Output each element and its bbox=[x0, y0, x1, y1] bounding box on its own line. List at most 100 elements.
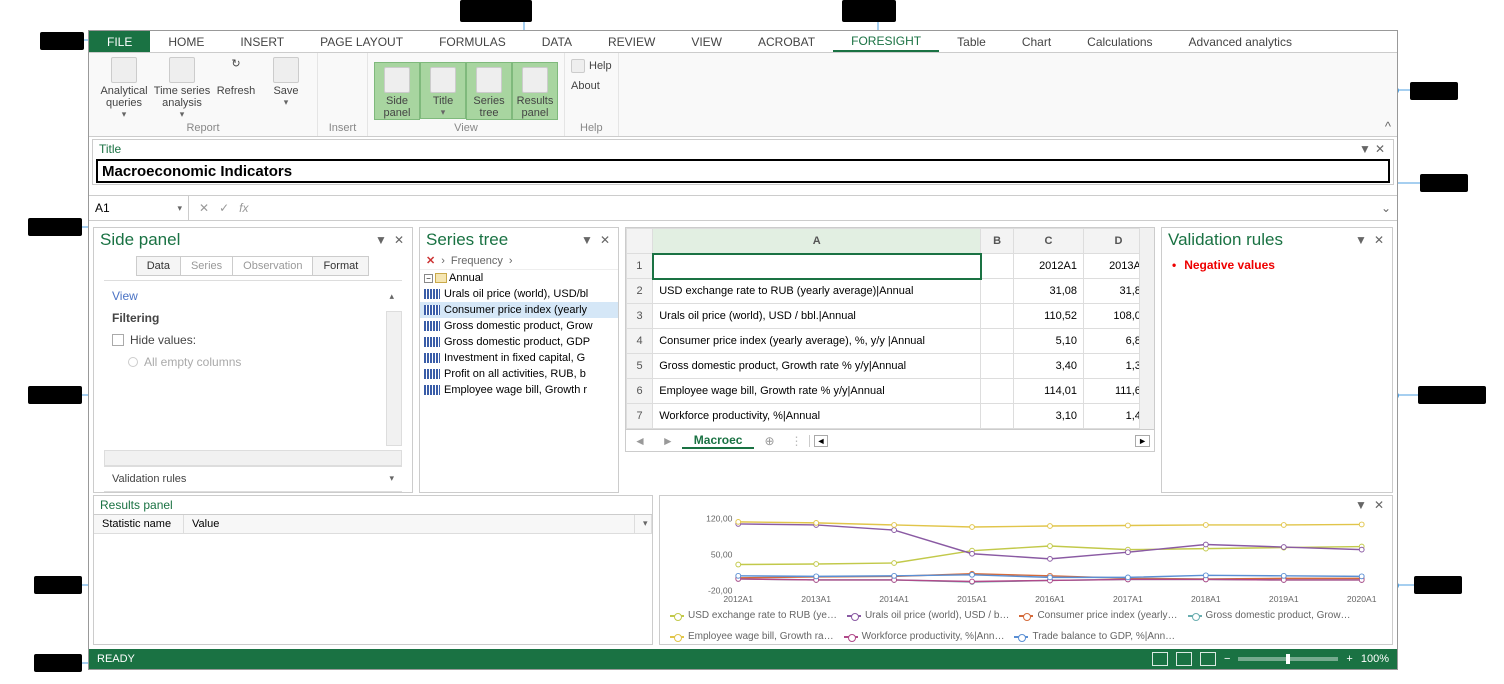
title-close-icon[interactable]: ✕ bbox=[1373, 142, 1387, 156]
btn-time-series[interactable]: Time series analysis▾ bbox=[153, 53, 211, 120]
col-A[interactable]: A bbox=[653, 229, 981, 254]
cell[interactable]: Consumer price index (yearly average), %… bbox=[653, 329, 981, 354]
series-item[interactable]: Profit on all activities, RUB, b bbox=[420, 366, 618, 382]
row-head[interactable]: 2 bbox=[627, 279, 653, 304]
validation-close-icon[interactable]: ✕ bbox=[1372, 233, 1386, 247]
sp-empty-cols[interactable]: All empty columns bbox=[104, 351, 402, 373]
cell[interactable]: USD exchange rate to RUB (yearly average… bbox=[653, 279, 981, 304]
tab-acrobat[interactable]: ACROBAT bbox=[740, 31, 833, 52]
series-tree-close-icon[interactable]: ✕ bbox=[598, 233, 612, 247]
series-item[interactable]: Gross domestic product, Grow bbox=[420, 318, 618, 334]
cell[interactable] bbox=[981, 279, 1014, 304]
btn-analytical-queries[interactable]: Analytical queries▾ bbox=[95, 53, 153, 120]
zoom-in-icon[interactable]: + bbox=[1346, 653, 1352, 665]
sheet-tab[interactable]: Macroec bbox=[682, 433, 755, 449]
tab-view[interactable]: VIEW bbox=[673, 31, 740, 52]
sheet-nav-next-icon[interactable]: ► bbox=[654, 434, 682, 448]
cell[interactable] bbox=[981, 329, 1014, 354]
tab-home[interactable]: HOME bbox=[150, 31, 222, 52]
grid-hscroll[interactable]: ◄ ► bbox=[809, 435, 1154, 447]
radio-icon[interactable] bbox=[128, 357, 138, 367]
btn-about[interactable]: About bbox=[571, 76, 612, 94]
data-grid[interactable]: A B C D 1 2012A1 2013A1 2USD exchange ra… bbox=[625, 227, 1155, 430]
results-menu-icon[interactable]: ▾ bbox=[635, 515, 652, 533]
cell[interactable]: 31,08 bbox=[1014, 279, 1084, 304]
grid-corner[interactable] bbox=[627, 229, 653, 254]
cell[interactable]: Urals oil price (world), USD / bbl.|Annu… bbox=[653, 304, 981, 329]
cell[interactable]: Gross domestic product, Growth rate % y/… bbox=[653, 354, 981, 379]
tab-file[interactable]: FILE bbox=[89, 31, 150, 52]
scroll-left-icon[interactable]: ◄ bbox=[814, 435, 829, 447]
btn-results-panel[interactable]: Results panel bbox=[512, 62, 558, 120]
chart-dropdown-icon[interactable]: ▼ bbox=[1353, 498, 1369, 512]
add-sheet-icon[interactable]: ⊕ bbox=[754, 434, 784, 448]
sp-tab-format[interactable]: Format bbox=[312, 256, 369, 276]
cell[interactable]: Workforce productivity, %|Annual bbox=[653, 404, 981, 429]
title-dropdown-icon[interactable]: ▼ bbox=[1357, 142, 1373, 156]
sp-tab-data[interactable]: Data bbox=[136, 256, 181, 276]
sp-tab-series[interactable]: Series bbox=[180, 256, 233, 276]
col-C[interactable]: C bbox=[1014, 229, 1084, 254]
cancel-icon[interactable]: ✕ bbox=[199, 201, 209, 215]
cell-A1[interactable] bbox=[653, 254, 981, 279]
view-normal-icon[interactable] bbox=[1152, 652, 1168, 666]
cell[interactable]: 110,52 bbox=[1014, 304, 1084, 329]
btn-refresh[interactable]: ↻Refresh bbox=[211, 53, 261, 97]
btn-side-panel[interactable]: Side panel bbox=[374, 62, 420, 120]
btn-save[interactable]: Save▾ bbox=[261, 53, 311, 108]
formula-expand-icon[interactable]: ⌄ bbox=[1375, 201, 1397, 215]
cell-B1[interactable] bbox=[981, 254, 1014, 279]
col-B[interactable]: B bbox=[981, 229, 1014, 254]
btn-help[interactable]: Help bbox=[571, 56, 612, 74]
ribbon-collapse-icon[interactable]: ^ bbox=[1385, 119, 1391, 134]
accept-icon[interactable]: ✓ bbox=[219, 201, 229, 215]
sheet-nav-prev-icon[interactable]: ◄ bbox=[626, 434, 654, 448]
series-tree-dropdown-icon[interactable]: ▼ bbox=[579, 233, 595, 247]
sp-view-row[interactable]: View▴ bbox=[104, 285, 402, 307]
cell[interactable] bbox=[981, 354, 1014, 379]
side-panel-hscroll[interactable] bbox=[104, 450, 402, 466]
collapse-icon[interactable]: − bbox=[424, 274, 433, 283]
checkbox-icon[interactable] bbox=[112, 334, 124, 346]
zoom-out-icon[interactable]: − bbox=[1224, 653, 1230, 665]
view-layout-icon[interactable] bbox=[1176, 652, 1192, 666]
validation-item[interactable]: Negative values bbox=[1172, 258, 1382, 272]
row-head[interactable]: 6 bbox=[627, 379, 653, 404]
sp-tab-observation[interactable]: Observation bbox=[232, 256, 313, 276]
cell[interactable]: 3,40 bbox=[1014, 354, 1084, 379]
series-tree-breadcrumb[interactable]: Frequency bbox=[451, 255, 503, 267]
title-input[interactable] bbox=[96, 159, 1390, 183]
btn-series-tree[interactable]: Series tree bbox=[466, 62, 512, 120]
cell[interactable] bbox=[981, 379, 1014, 404]
results-col-value[interactable]: Value bbox=[184, 515, 635, 533]
tab-table[interactable]: Table bbox=[939, 31, 1004, 52]
chart-close-icon[interactable]: ✕ bbox=[1372, 498, 1386, 512]
series-item[interactable]: Employee wage bill, Growth r bbox=[420, 382, 618, 398]
grid-vscroll[interactable] bbox=[1139, 228, 1154, 429]
series-item[interactable]: Urals oil price (world), USD/bl bbox=[420, 286, 618, 302]
tab-calculations[interactable]: Calculations bbox=[1069, 31, 1170, 52]
row-head[interactable]: 4 bbox=[627, 329, 653, 354]
tab-advanced-analytics[interactable]: Advanced analytics bbox=[1171, 31, 1310, 52]
tab-insert[interactable]: INSERT bbox=[222, 31, 302, 52]
series-item[interactable]: Investment in fixed capital, G bbox=[420, 350, 618, 366]
cell-C1[interactable]: 2012A1 bbox=[1014, 254, 1084, 279]
cell[interactable]: 5,10 bbox=[1014, 329, 1084, 354]
side-panel-vscroll[interactable] bbox=[386, 311, 402, 446]
view-break-icon[interactable] bbox=[1200, 652, 1216, 666]
tab-data[interactable]: DATA bbox=[524, 31, 590, 52]
cell[interactable] bbox=[981, 404, 1014, 429]
sp-validation-row[interactable]: Validation rules▾ bbox=[104, 466, 402, 492]
zoom-slider[interactable] bbox=[1238, 657, 1338, 661]
results-col-name[interactable]: Statistic name bbox=[94, 515, 184, 533]
tab-foresight[interactable]: FORESIGHT bbox=[833, 31, 939, 52]
series-item[interactable]: Consumer price index (yearly bbox=[420, 302, 618, 318]
side-panel-dropdown-icon[interactable]: ▼ bbox=[373, 233, 389, 247]
cell[interactable]: Employee wage bill, Growth rate % y/y|An… bbox=[653, 379, 981, 404]
tab-chart[interactable]: Chart bbox=[1004, 31, 1069, 52]
row-head[interactable]: 7 bbox=[627, 404, 653, 429]
tab-formulas[interactable]: FORMULAS bbox=[421, 31, 524, 52]
tab-page-layout[interactable]: PAGE LAYOUT bbox=[302, 31, 421, 52]
row-head[interactable]: 3 bbox=[627, 304, 653, 329]
cell[interactable] bbox=[981, 304, 1014, 329]
